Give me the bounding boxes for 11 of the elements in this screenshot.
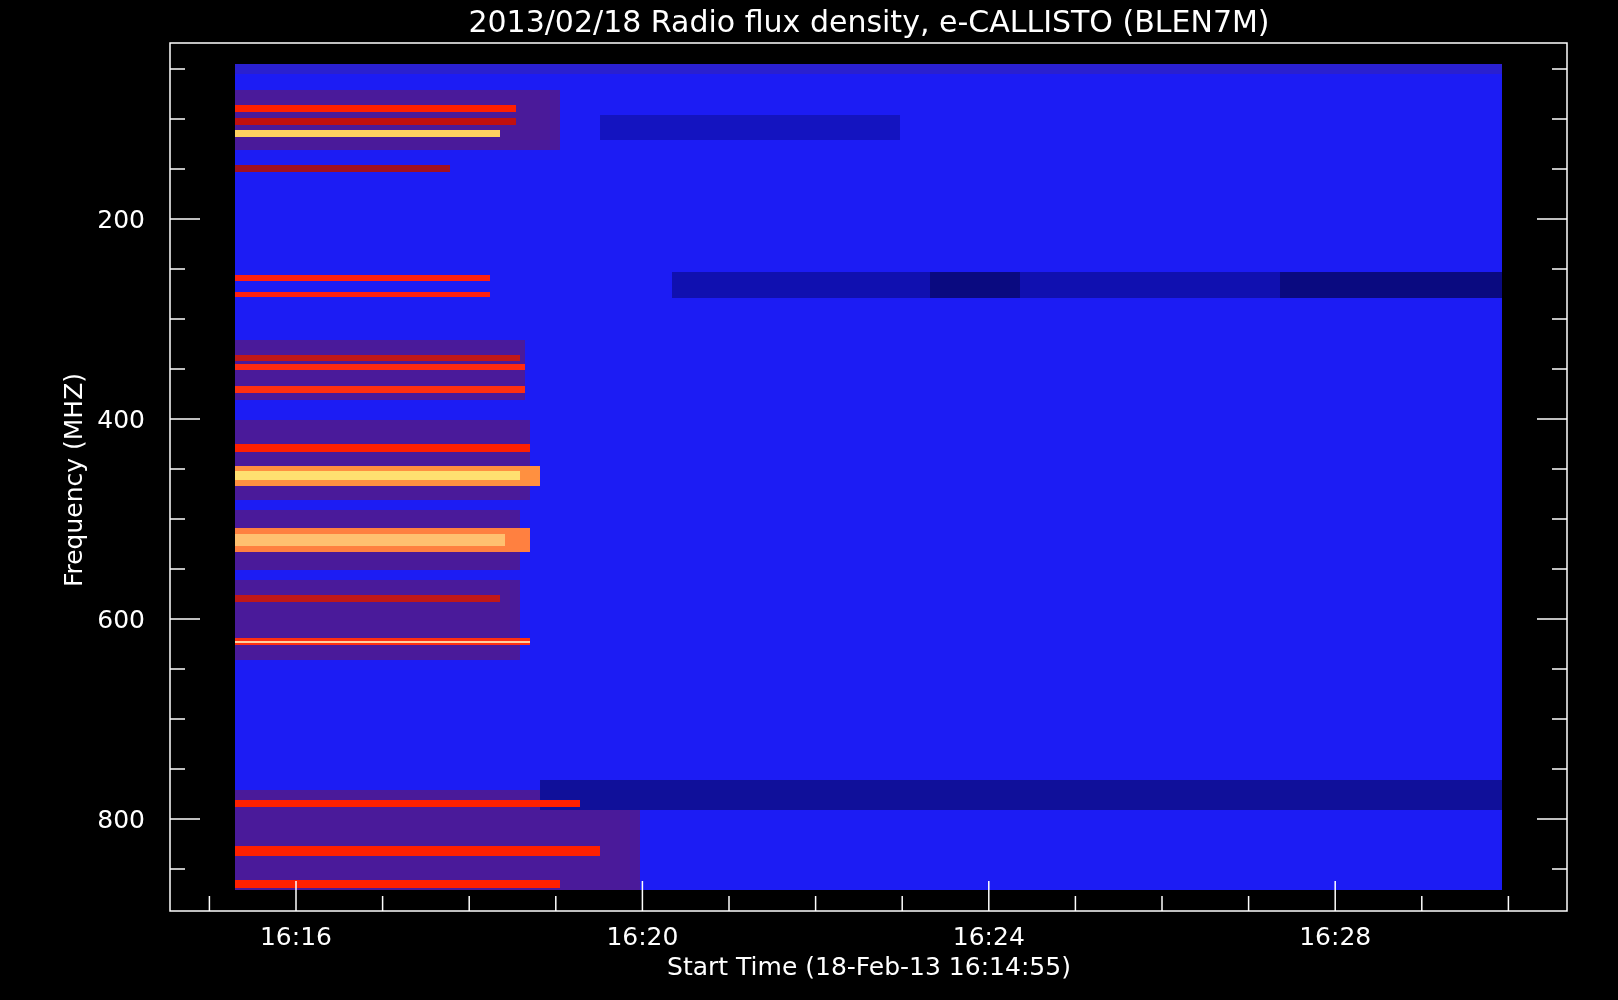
axis-label: Start Time (18-Feb-13 16:14:55) — [667, 952, 1071, 981]
plot-title: 2013/02/18 Radio flux density, e-CALLISTO (BLEN7M) — [468, 4, 1270, 39]
tick-label: 16:24 — [952, 922, 1025, 951]
tick-label: 16:20 — [606, 922, 679, 951]
tick-label: 16:16 — [260, 922, 332, 951]
tick-label: 600 — [97, 605, 145, 634]
axis-label: Frequency (MHZ) — [59, 372, 88, 588]
tick-label: 200 — [97, 205, 145, 234]
tick-label: 16:28 — [1299, 922, 1372, 951]
tick-label: 800 — [97, 805, 145, 834]
tick-label: 400 — [97, 405, 145, 434]
